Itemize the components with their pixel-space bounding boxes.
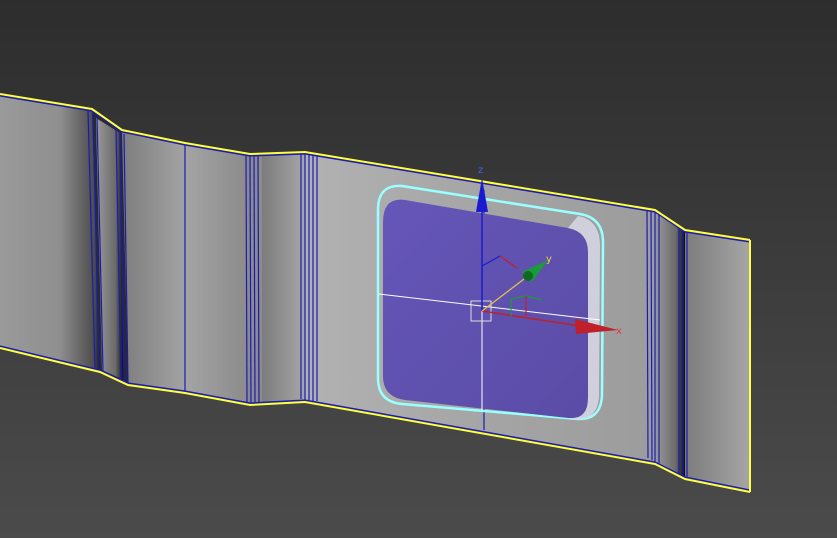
y-axis-label: y xyxy=(546,254,552,265)
viewport-canvas[interactable]: x z y xyxy=(0,0,837,538)
wall-panel-2 xyxy=(122,132,185,391)
wall-panel-1 xyxy=(0,96,100,370)
wall-panel-3 xyxy=(185,145,250,403)
wall-panel-6 xyxy=(685,232,750,490)
3d-viewport[interactable]: x z y xyxy=(0,0,837,538)
z-axis-label: z xyxy=(478,165,483,176)
y-axis-handle[interactable] xyxy=(523,271,533,281)
wall-panel-4b xyxy=(262,154,305,402)
x-axis-label: x xyxy=(616,326,622,337)
